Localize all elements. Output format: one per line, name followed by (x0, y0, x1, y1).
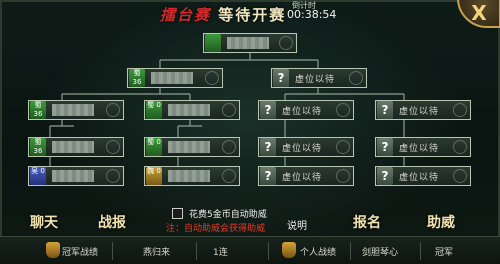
emblem-icon (106, 169, 120, 183)
bracket-round1-slot[interactable]: ? 虚位以待 (375, 137, 471, 157)
waiting-text: 虚位以待 (399, 106, 440, 117)
signup-button[interactable]: 报名 (353, 212, 381, 232)
emblem-icon (222, 140, 236, 154)
personal-result: 冠军 (435, 248, 454, 258)
player-name-hidden (52, 170, 94, 182)
bracket-quarter-slot[interactable]: ? 虚位以待 (375, 100, 471, 120)
faction-badge: 魏 0 (146, 167, 162, 185)
divider (420, 242, 421, 260)
bracket-quarter-slot[interactable]: 蜀 36 (28, 100, 124, 120)
auto-cheer-checkbox[interactable] (172, 208, 183, 219)
win-streak: 1连 (213, 248, 228, 258)
player-name-hidden (168, 104, 210, 116)
bracket-final-slot[interactable] (203, 33, 297, 53)
tournament-screen: 擂台赛 等待开赛 倒计时 00:38:54 X 蜀 36 ? 虚位以待 蜀 36… (0, 0, 500, 264)
emblem-icon (453, 140, 467, 154)
bracket-round1-slot[interactable]: ? 虚位以待 (375, 166, 471, 186)
unknown-badge-icon: ? (273, 69, 289, 87)
player-name-hidden (168, 141, 210, 153)
faction-badge: 吴 0 (30, 167, 46, 185)
personal-record-label[interactable]: 个人战绩 (300, 245, 336, 258)
faction-badge: 蜀 0 (146, 101, 162, 119)
bracket-round1-slot[interactable]: 蜀 0 (144, 137, 240, 157)
emblem-icon (336, 103, 350, 117)
battle-report-button[interactable]: 战报 (98, 212, 126, 232)
waiting-text: 虚位以待 (282, 143, 323, 154)
emblem-icon (205, 71, 219, 85)
player-name-hidden (52, 141, 94, 153)
unknown-badge-icon: ? (260, 101, 276, 119)
faction-badge: 蜀 36 (30, 138, 46, 156)
unknown-badge-icon: ? (377, 101, 393, 119)
emblem-icon (279, 36, 293, 50)
bracket-quarter-slot[interactable]: 蜀 0 (144, 100, 240, 120)
emblem-icon (349, 71, 363, 85)
emblem-icon (336, 169, 350, 183)
bracket-round1-slot[interactable]: ? 虚位以待 (258, 137, 354, 157)
champion-name: 燕归来 (143, 248, 171, 258)
emblem-icon (222, 169, 236, 183)
auto-cheer-note: 注：自动助威会获得助威 (166, 224, 266, 234)
bracket-round1-slot[interactable]: 魏 0 (144, 166, 240, 186)
chat-button[interactable]: 聊天 (30, 212, 58, 232)
waiting-text: 虚位以待 (399, 172, 440, 183)
bracket-semi-slot[interactable]: ? 虚位以待 (271, 68, 367, 88)
bracket-round1-slot[interactable]: 蜀 36 (28, 137, 124, 157)
unknown-badge-icon: ? (377, 138, 393, 156)
emblem-icon (453, 103, 467, 117)
divider (268, 242, 269, 260)
bracket-round1-slot[interactable]: ? 虚位以待 (258, 166, 354, 186)
trophy-icon (282, 242, 296, 258)
explain-link[interactable]: 说明 (287, 217, 307, 232)
player-name-hidden (52, 104, 94, 116)
waiting-text: 虚位以待 (399, 143, 440, 154)
emblem-icon (222, 103, 236, 117)
emblem-icon (106, 140, 120, 154)
player-name-hidden (151, 72, 193, 84)
emblem-icon (336, 140, 350, 154)
faction-badge: 蜀 36 (30, 101, 46, 119)
divider (350, 242, 351, 260)
unknown-badge-icon: ? (377, 167, 393, 185)
bottom-info-bar: 冠军战绩 燕归来 1连 个人战绩 剑胆琴心 冠军 (0, 236, 500, 264)
divider (112, 242, 113, 260)
faction-badge (205, 34, 221, 52)
waiting-text: 虚位以待 (282, 172, 323, 183)
faction-badge: 蜀 0 (146, 138, 162, 156)
divider (196, 242, 197, 260)
player-name-hidden (227, 37, 269, 49)
emblem-icon (453, 169, 467, 183)
auto-cheer-label: 花费5金币自动助威 (189, 210, 267, 220)
waiting-text: 虚位以待 (282, 106, 323, 117)
champion-record-label[interactable]: 冠军战绩 (62, 245, 98, 258)
unknown-badge-icon: ? (260, 138, 276, 156)
trophy-icon (46, 242, 60, 258)
bracket-semi-slot[interactable]: 蜀 36 (127, 68, 223, 88)
player-name-hidden (168, 170, 210, 182)
cheer-button[interactable]: 助威 (427, 212, 455, 232)
bracket-quarter-slot[interactable]: ? 虚位以待 (258, 100, 354, 120)
personal-player-name: 剑胆琴心 (362, 248, 399, 258)
emblem-icon (106, 103, 120, 117)
waiting-text: 虚位以待 (295, 74, 336, 85)
bracket-round1-slot[interactable]: 吴 0 (28, 166, 124, 186)
unknown-badge-icon: ? (260, 167, 276, 185)
faction-badge: 蜀 36 (129, 69, 145, 87)
